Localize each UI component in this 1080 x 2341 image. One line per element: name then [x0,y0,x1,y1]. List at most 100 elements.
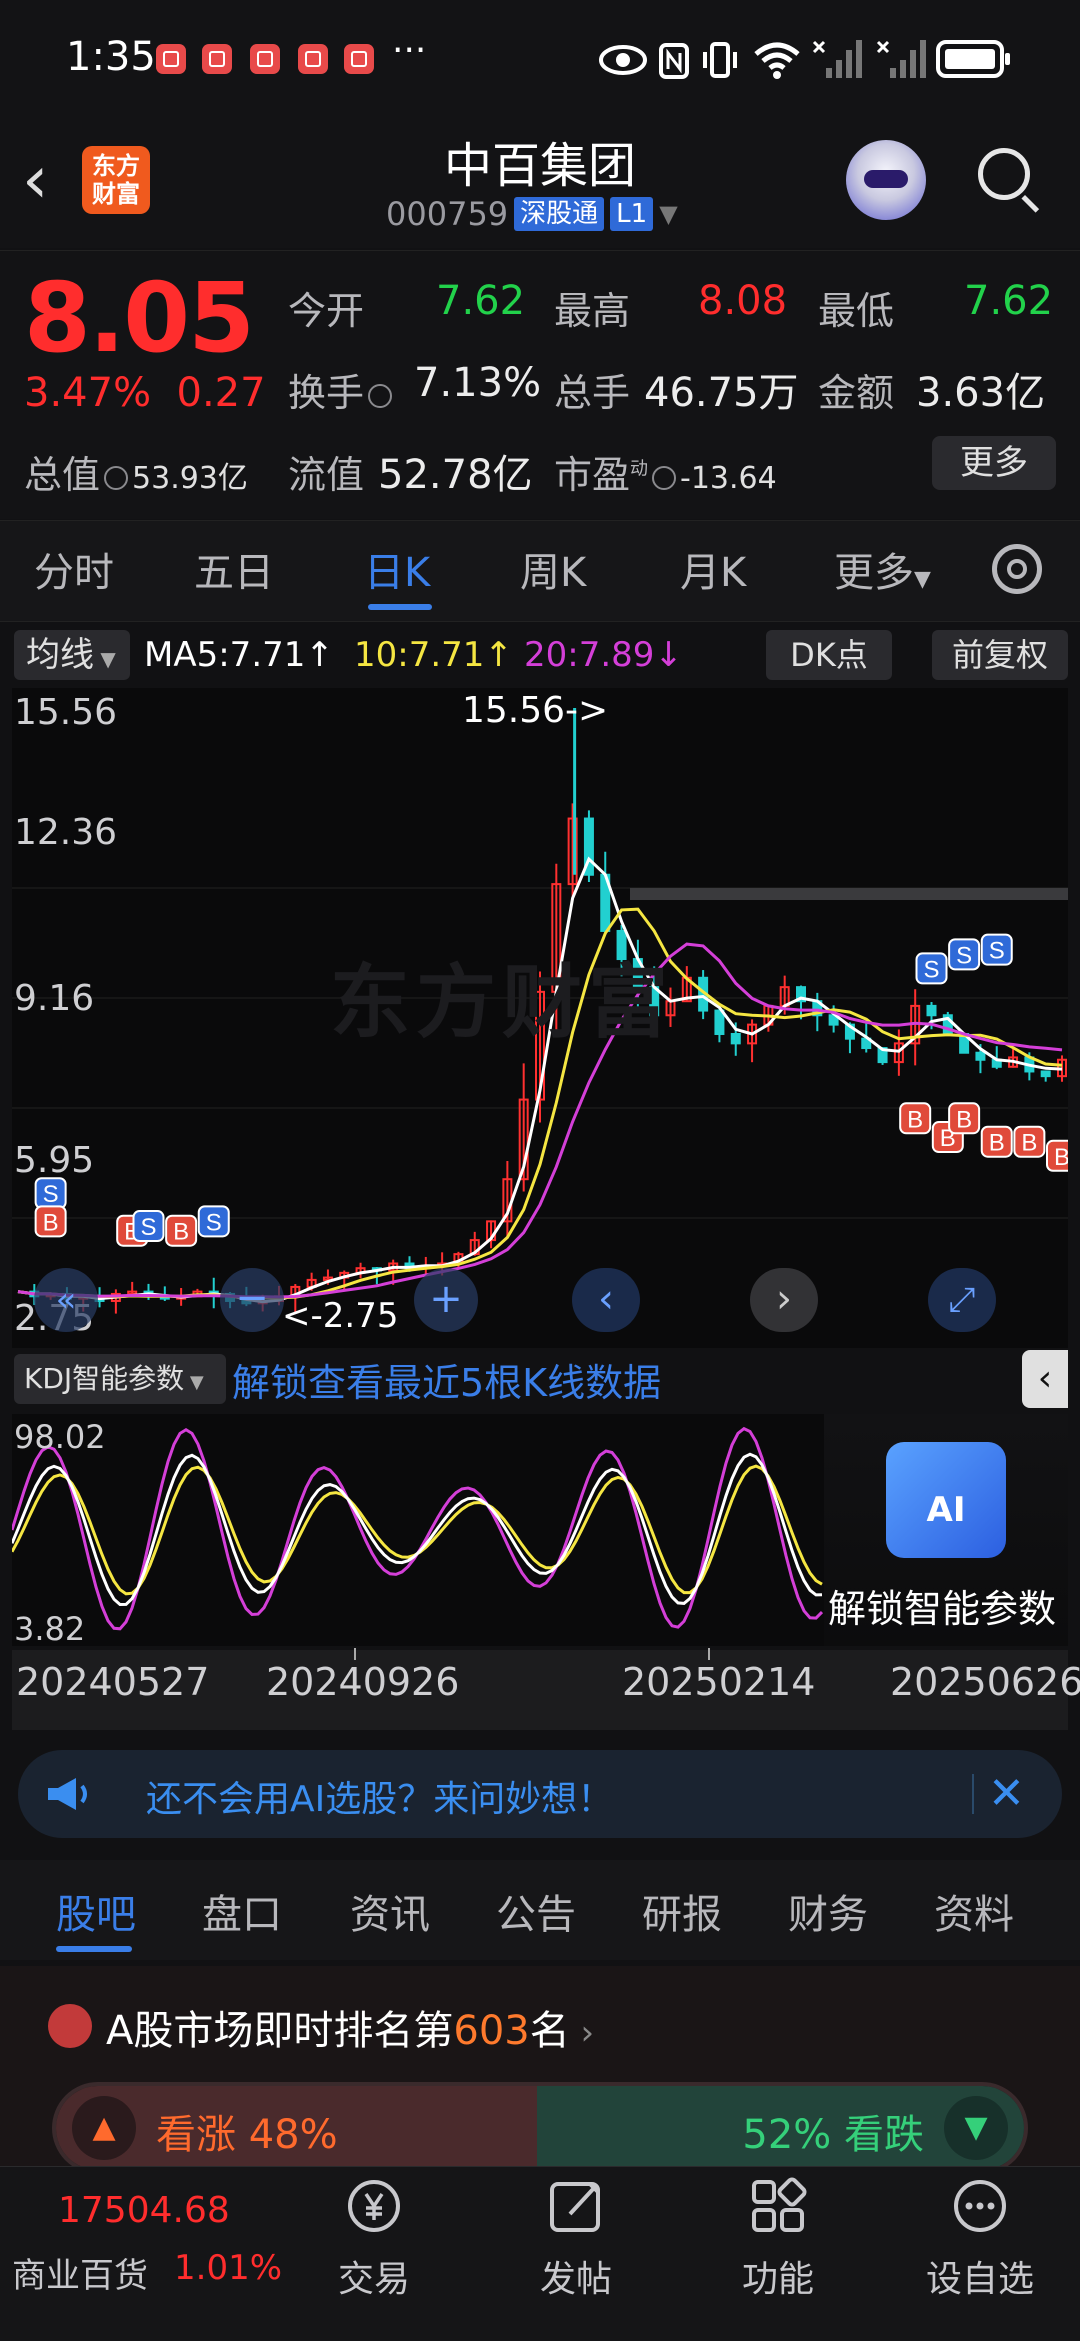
kdj-y-top: 98.02 [14,1418,106,1456]
notification-icon [298,44,328,74]
tab-five-day[interactable]: 五日 [194,540,274,598]
ai-icon[interactable]: AI [886,1442,1006,1558]
svg-text:B: B [1054,1144,1068,1171]
buy-marker[interactable]: B [948,1102,981,1135]
k-line-chart[interactable]: SBBSBSSSSBBBBBB 东方财富 15.56 12.36 9.16 5.… [12,688,1068,1348]
tab-intraday[interactable]: 分时 [34,540,114,598]
high-marker: 15.56-> [462,690,609,731]
buy-marker[interactable]: B [165,1214,198,1247]
signal-icon [876,40,926,78]
current-price: 8.05 [24,262,255,374]
status-time: 1:35 [66,34,156,80]
buy-marker[interactable]: B [899,1102,932,1135]
date-label: 20250626 [890,1660,1080,1704]
stock-code-row[interactable]: 000759 深股通 L1 ▼ [386,192,678,236]
gear-icon[interactable] [992,544,1042,594]
candle-body [1040,1070,1051,1078]
sell-marker[interactable]: S [980,933,1013,966]
fullscreen-icon[interactable]: ⤢ [928,1268,996,1332]
date-label: 20250214 [622,1660,816,1704]
volume-value: 46.75万 [644,370,799,416]
sell-marker[interactable]: S [132,1210,165,1243]
collapse-icon[interactable]: ‹ [1022,1350,1068,1408]
tab-daily-k[interactable]: 日K [364,540,430,598]
open-label: 今开 [288,289,365,333]
nav-add-watchlist[interactable]: 设自选 [910,2250,1050,2302]
dk-points-button[interactable]: DK点 [766,630,892,680]
vibrate-icon [703,42,737,78]
buy-marker[interactable]: B [1013,1125,1046,1158]
ranking-text[interactable]: A股市场即时排名第603名 › [106,1998,594,2056]
adjust-button[interactable]: 前复权 [932,630,1068,680]
change-amount: 0.27 [176,370,266,416]
compose-icon[interactable] [546,2176,606,2236]
status-bar: 1:35 ··· [0,0,1080,120]
close-icon[interactable]: ✕ [988,1768,1025,1819]
grid-apps-icon[interactable] [748,2176,808,2236]
turnover-label: 换手 [288,362,396,417]
tab-profile[interactable]: 资料 [934,1882,1014,1940]
tab-order-book[interactable]: 盘口 [202,1882,282,1940]
more-notifications-icon: ··· [392,30,427,71]
svg-text:B: B [173,1219,189,1246]
wifi-icon [754,42,800,79]
tab-financials[interactable]: 财务 [788,1882,868,1940]
info-icon[interactable] [104,465,129,490]
amount-value: 3.63亿 [916,370,1046,416]
market-cap-label: 总值 53.93亿 [24,453,248,497]
zoom-in-icon[interactable]: + [414,1268,478,1332]
tab-monthly-k[interactable]: 月K [680,540,746,598]
sell-marker[interactable]: S [34,1177,67,1210]
ai-unlock-label[interactable]: 解锁智能参数 [828,1578,1056,1633]
buy-marker[interactable]: B [34,1205,67,1238]
candle-body [730,1032,741,1045]
low-marker: <-2.75 [282,1296,399,1336]
svg-text:S: S [956,942,972,969]
bear-label: 52% 看跌 [742,2112,924,2158]
tab-announcements[interactable]: 公告 [496,1882,576,1940]
assistant-robot-icon[interactable] [846,140,926,220]
dropdown-icon: ▼ [94,647,116,671]
svg-text:S: S [206,1209,222,1236]
high-label: 最高 [554,289,631,333]
nav-post[interactable]: 发帖 [506,2250,646,2302]
zoom-out-icon[interactable]: − [220,1268,284,1332]
kdj-unlock-link[interactable]: 解锁查看最近5根K线数据 [232,1352,661,1407]
date-label: 20240926 [266,1660,460,1704]
scroll-right-icon[interactable]: › [750,1268,818,1332]
banner-text[interactable]: 还不会用AI选股？来问妙想！ [146,1770,613,1822]
y-label: 5.95 [14,1140,95,1181]
kdj-selector[interactable]: KDJ智能参数 ▼ [14,1354,226,1404]
ma-selector[interactable]: 均线 ▼ [14,630,130,680]
scroll-left-icon[interactable]: ‹ [572,1268,640,1332]
sector-name[interactable]: 商业百货 [12,2248,148,2297]
sector-index-value[interactable]: 17504.68 [58,2190,230,2231]
tab-forum[interactable]: 股吧 [56,1882,136,1940]
more-circle-icon[interactable] [950,2176,1010,2236]
sell-marker[interactable]: S [197,1205,230,1238]
sell-marker[interactable]: S [915,952,948,985]
bull-vote-button[interactable]: ▲ [72,2096,136,2160]
nav-trade[interactable]: 交易 [304,2250,444,2302]
search-icon[interactable] [978,148,1030,200]
trade-yen-icon[interactable] [344,2176,404,2236]
tab-weekly-k[interactable]: 周K [520,540,586,598]
svg-text:B: B [907,1106,923,1133]
tab-news[interactable]: 资讯 [350,1882,430,1940]
open-value: 7.62 [436,278,526,324]
info-icon[interactable] [652,465,677,490]
scroll-left-fast-icon[interactable]: « [34,1268,98,1332]
candle-body [975,1051,986,1061]
ranking-icon [48,2004,92,2048]
buy-marker[interactable]: B [980,1125,1013,1158]
more-quote-button[interactable]: 更多 [932,436,1056,490]
ma10-value: 10:7.71↑ [354,635,513,675]
nav-functions[interactable]: 功能 [708,2250,848,2302]
buy-marker[interactable]: B [1046,1139,1068,1172]
sell-marker[interactable]: S [948,938,981,971]
date-label: 20240527 [16,1660,210,1704]
tab-research[interactable]: 研报 [642,1882,722,1940]
info-icon[interactable] [368,383,393,408]
bear-vote-button[interactable]: ▼ [944,2096,1008,2160]
tab-more[interactable]: 更多▼ [834,540,931,598]
